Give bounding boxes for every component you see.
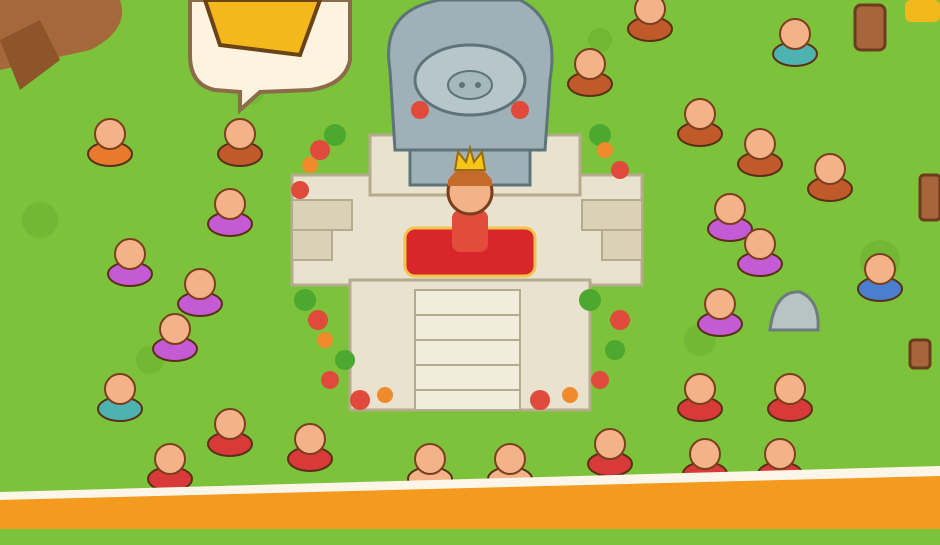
game-world (0, 0, 940, 529)
game-scene (0, 0, 940, 529)
banner-text (0, 505, 940, 545)
villager-character[interactable] (627, 0, 673, 42)
